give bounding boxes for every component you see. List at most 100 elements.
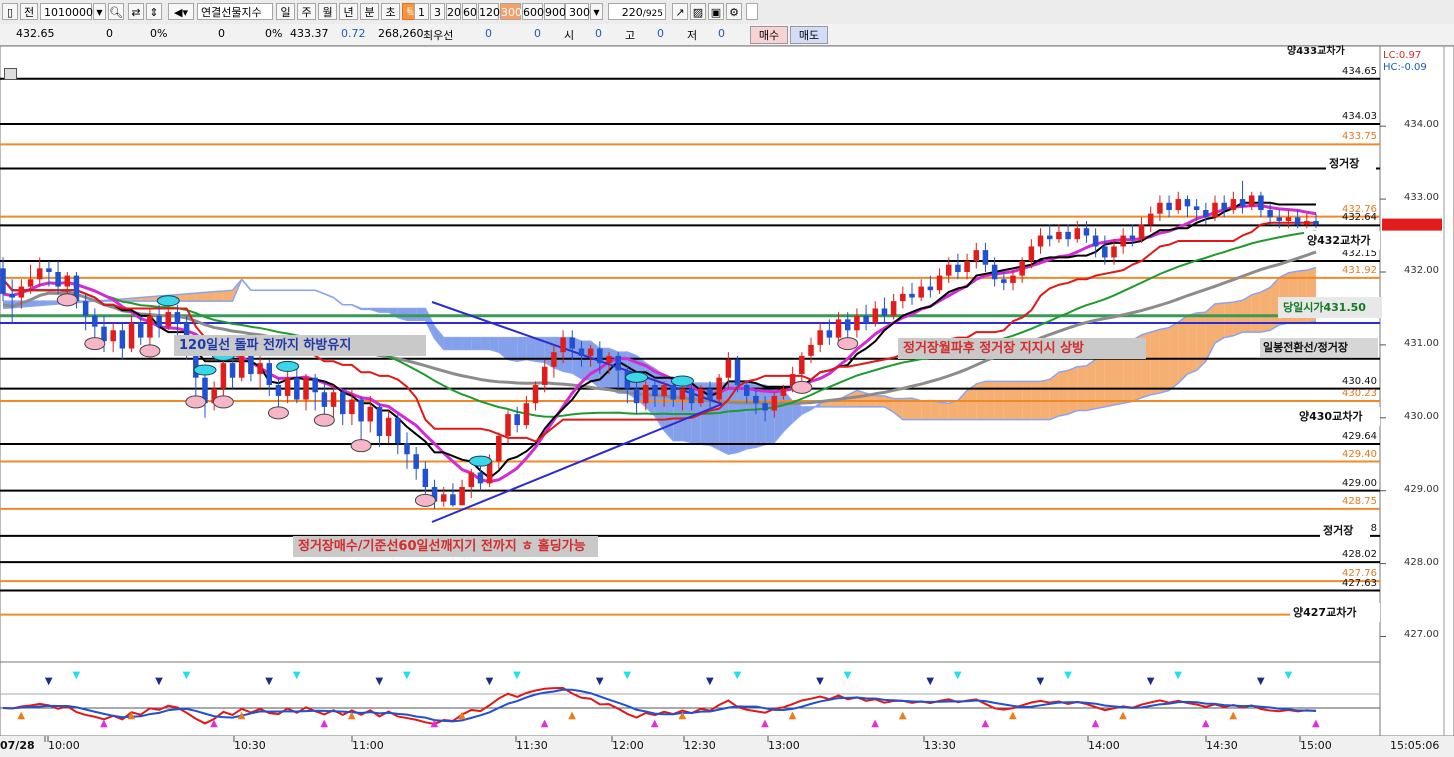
ichimoku-cloud-segment	[755, 384, 766, 448]
signal-bubble-cyan	[468, 455, 492, 467]
candle-body	[872, 308, 879, 324]
candle-body	[294, 377, 300, 400]
x-tick-label: 10:00	[48, 739, 80, 752]
candle-body	[688, 388, 695, 404]
candle-body	[633, 388, 640, 404]
ichimoku-cloud-segment	[205, 291, 215, 302]
candle-body	[1028, 246, 1035, 262]
oscillator-arrow: ▲	[1312, 718, 1320, 729]
candle-body	[1294, 217, 1301, 225]
candle-body	[468, 472, 475, 488]
candle-body	[1074, 228, 1081, 240]
candle-body	[36, 268, 43, 280]
candle-body	[716, 377, 722, 400]
ichimoku-cloud-segment	[1224, 302, 1234, 338]
chart-annotation: 120일선 돌파 전까지 하방유지	[174, 335, 426, 356]
ichimoku-cloud-segment	[508, 337, 518, 362]
oscillator-arrow: ▼	[513, 670, 521, 681]
candle-body	[376, 406, 383, 437]
x-tick-label: 11:30	[516, 739, 548, 752]
candle-body	[532, 384, 539, 404]
signal-bubble-pink	[350, 439, 372, 453]
candle-body	[707, 388, 713, 400]
current-price-tag	[1382, 218, 1442, 231]
level-label: 427.63	[1342, 577, 1377, 589]
candle-body	[27, 279, 34, 287]
oscillator-arrow: ▼	[265, 676, 273, 687]
oscillator-arrow: ▼	[155, 676, 163, 687]
oscillator-arrow: ▲	[431, 718, 439, 729]
ichimoku-cloud-segment	[930, 400, 940, 420]
candle-body	[615, 355, 621, 371]
oscillator-arrow: ▼	[816, 676, 824, 687]
candle-body	[413, 454, 419, 469]
signal-bubble-pink	[185, 395, 207, 409]
candle-body	[1248, 195, 1255, 207]
candle-body	[1267, 210, 1273, 218]
oscillator-arrow: ▲	[320, 718, 328, 729]
oscillator-arrow: ▲	[1009, 710, 1017, 721]
x-tick-label: 14:30	[1206, 739, 1238, 752]
candle-body	[817, 330, 823, 345]
signal-bubble-pink	[267, 406, 289, 420]
signal-bubble-cyan	[625, 371, 649, 383]
hc-label: HC:-0.09	[1383, 62, 1427, 73]
candle-body	[284, 377, 291, 396]
table-icon[interactable]	[4, 68, 17, 80]
level-label: 428.75	[1342, 495, 1377, 507]
candle-body	[679, 388, 686, 400]
price-chart[interactable]: ▲ ▼ ▼ ▲ ▲ ▼ ▼ ▲ ▲ ▼ ▼ ▲ ▲ ▼ ▼ ▲ ▲ ▼ ▼ ▲ ▲ ▼ ▼ ▲ ▲ ▼ ▼ ▲ ▲ ▼ ▼ ▲ ▲ ▼ ▼ ▲ ▲ ▼ ▼ ▲…	[0, 0, 1454, 757]
candle-body	[826, 330, 833, 338]
candle-body	[395, 417, 401, 444]
signal-bubble-pink	[56, 293, 78, 307]
candle-body	[339, 392, 346, 415]
candle-body	[523, 403, 530, 426]
oscillator-arrow: ▼	[706, 676, 714, 687]
candle-body	[1037, 235, 1044, 247]
candle-body	[147, 315, 153, 338]
oscillator-arrow: ▼	[45, 676, 53, 687]
candle-body	[110, 330, 116, 342]
candle-body	[1157, 202, 1163, 214]
last-time-label: 15:05:06	[1390, 739, 1440, 752]
oscillator-arrow: ▲	[17, 710, 25, 721]
chart-annotation: 정거장	[1320, 521, 1370, 540]
candle-body	[835, 319, 842, 338]
level-label: 431.92	[1342, 264, 1377, 276]
oscillator-arrow: ▲	[458, 710, 466, 721]
candle-body	[900, 293, 906, 302]
candle-body	[229, 363, 236, 378]
candle-body	[82, 301, 89, 316]
candle-body	[1083, 228, 1090, 236]
candle-body	[1147, 213, 1154, 225]
candle-body	[1175, 199, 1182, 211]
candle-body	[266, 363, 273, 385]
candle-body	[698, 388, 704, 404]
candle-body	[642, 384, 649, 404]
candle-body	[551, 352, 557, 367]
oscillator-arrow: ▲	[348, 710, 356, 721]
oscillator-arrow: ▼	[1147, 676, 1155, 687]
oscillator-arrow: ▼	[183, 670, 191, 681]
signal-bubble-pink	[84, 337, 106, 351]
cut-level-label: 양433교차가	[1287, 46, 1345, 57]
chart-annotation: 양427교차가	[1290, 603, 1380, 622]
level-label: 428.02	[1342, 549, 1377, 561]
candle-body	[1313, 220, 1319, 225]
ichimoku-cloud-segment	[1159, 327, 1170, 394]
oscillator-arrow: ▼	[403, 670, 411, 681]
candle-body	[165, 312, 172, 327]
level-label: 429.40	[1342, 448, 1377, 460]
ichimoku-cloud-segment	[452, 337, 463, 350]
oscillator-arrow: ▼	[623, 670, 631, 681]
candle-body	[578, 348, 585, 356]
oscillator-arrow: ▲	[1202, 718, 1210, 729]
signal-bubble-pink	[791, 380, 813, 394]
level-label: 430.23	[1342, 388, 1377, 400]
candle-body	[1276, 217, 1283, 221]
chart-annotation: 양432교차가	[1304, 231, 1380, 250]
candle-body	[1304, 220, 1310, 225]
candle-body	[771, 395, 778, 411]
candle-body	[1129, 235, 1136, 240]
signal-bubble-pink	[139, 344, 161, 358]
